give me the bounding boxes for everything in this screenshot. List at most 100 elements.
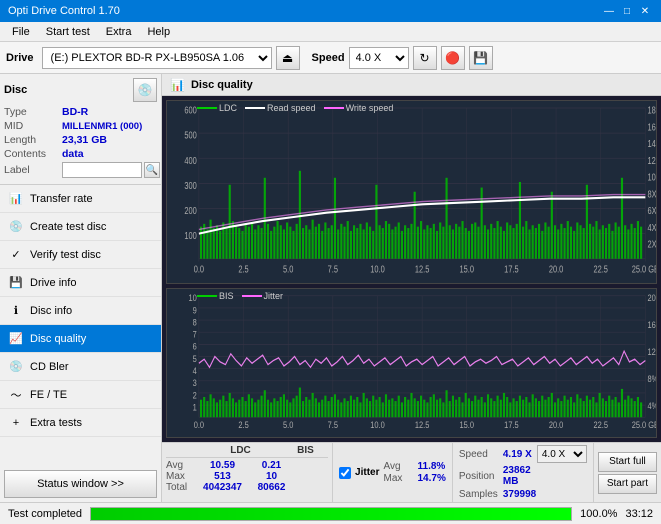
jitter-header: Jitter xyxy=(355,467,379,478)
svg-text:9: 9 xyxy=(193,304,197,315)
svg-text:16X: 16X xyxy=(647,121,656,132)
svg-text:500: 500 xyxy=(184,130,197,141)
jitter-max-row: Max 14.7% xyxy=(384,473,446,484)
verify-disc-icon: ✓ xyxy=(8,247,24,263)
label-button[interactable]: 🔍 xyxy=(144,162,160,178)
speed-row-select[interactable]: 4.0 X xyxy=(537,445,587,463)
bis-total: 80662 xyxy=(249,482,294,493)
status-window-button[interactable]: Status window >> xyxy=(4,470,157,498)
nav-verify-test-disc[interactable]: ✓ Verify test disc xyxy=(0,241,161,269)
label-input-row: 🔍 xyxy=(62,162,160,178)
bis-col-header: BIS xyxy=(283,445,328,456)
svg-text:2: 2 xyxy=(193,389,197,400)
nav-cd-bler[interactable]: 💿 CD Bler xyxy=(0,353,161,381)
disc-info-icon: ℹ xyxy=(8,303,24,319)
create-disc-icon: 💿 xyxy=(8,219,24,235)
nav-disc-info-label: Disc info xyxy=(30,305,72,317)
minimize-button[interactable]: — xyxy=(601,3,617,19)
total-row: Total 4042347 80662 xyxy=(166,482,328,493)
menu-starttest[interactable]: Start test xyxy=(38,24,98,40)
nav-extra-tests-label: Extra tests xyxy=(30,417,82,429)
legend-jitter-label: Jitter xyxy=(264,291,284,301)
nav-create-test-disc-label: Create test disc xyxy=(30,221,106,233)
legend-jitter: Jitter xyxy=(242,291,284,301)
nav-fe-te[interactable]: 〜 FE / TE xyxy=(0,381,161,409)
action-buttons: Start full Start part xyxy=(594,443,661,502)
avg-label: Avg xyxy=(166,460,196,471)
disc-length-label: Length xyxy=(4,134,62,146)
avg-row: Avg 10.59 0.21 xyxy=(166,460,328,471)
disc-length-row: Length 23,31 GB xyxy=(4,134,157,146)
toolbar-btn3[interactable]: 💾 xyxy=(469,46,493,70)
chart1-legend: LDC Read speed Write speed xyxy=(197,103,393,113)
svg-text:4X: 4X xyxy=(647,222,656,233)
disc-mid-row: MID MILLENMR1 (000) xyxy=(4,120,157,132)
samples-value: 379998 xyxy=(503,489,533,500)
nav-extra-tests[interactable]: + Extra tests xyxy=(0,409,161,437)
main-area: Disc 💿 Type BD-R MID MILLENMR1 (000) Len… xyxy=(0,74,661,502)
bis-avg: 0.21 xyxy=(249,460,294,471)
menu-file[interactable]: File xyxy=(4,24,38,40)
drive-select[interactable]: (E:) PLEXTOR BD-R PX-LB950SA 1.06 xyxy=(42,47,272,69)
disc-type-row: Type BD-R xyxy=(4,106,157,118)
nav-verify-test-disc-label: Verify test disc xyxy=(30,249,101,261)
disc-type-label: Type xyxy=(4,106,62,118)
charts-area: LDC Read speed Write speed xyxy=(162,96,661,442)
jitter-checkbox[interactable] xyxy=(339,467,351,479)
svg-text:10.0: 10.0 xyxy=(370,419,385,430)
sidebar-nav: 📊 Transfer rate 💿 Create test disc ✓ Ver… xyxy=(0,185,161,466)
nav-disc-quality[interactable]: 📈 Disc quality xyxy=(0,325,161,353)
nav-disc-info[interactable]: ℹ Disc info xyxy=(0,297,161,325)
titlebar-controls: — □ ✕ xyxy=(601,3,653,19)
speed-row-label: Speed xyxy=(459,449,499,460)
menu-help[interactable]: Help xyxy=(139,24,178,40)
svg-text:16%: 16% xyxy=(647,319,656,330)
menu-extra[interactable]: Extra xyxy=(98,24,140,40)
nav-disc-quality-label: Disc quality xyxy=(30,333,86,345)
disc-icon-button[interactable]: 💿 xyxy=(133,78,157,102)
start-part-button[interactable]: Start part xyxy=(598,474,657,494)
toolbar: Drive (E:) PLEXTOR BD-R PX-LB950SA 1.06 … xyxy=(0,42,661,74)
legend-bis-label: BIS xyxy=(219,291,234,301)
ldc-bis-stats: LDC BIS Avg 10.59 0.21 Max 513 10 Total … xyxy=(162,443,333,502)
progress-bar xyxy=(91,508,571,520)
start-full-button[interactable]: Start full xyxy=(598,452,657,472)
svg-text:1: 1 xyxy=(193,401,197,412)
speed-label: Speed xyxy=(312,52,345,64)
nav-transfer-rate[interactable]: 📊 Transfer rate xyxy=(0,185,161,213)
svg-text:10: 10 xyxy=(188,292,197,303)
content-area: 📊 Disc quality LDC Read speed xyxy=(162,74,661,502)
close-button[interactable]: ✕ xyxy=(637,3,653,19)
disc-quality-icon: 📈 xyxy=(8,331,24,347)
transfer-rate-icon: 📊 xyxy=(8,191,24,207)
toolbar-btn2[interactable]: 🔴 xyxy=(441,46,465,70)
nav-drive-info[interactable]: 💾 Drive info xyxy=(0,269,161,297)
disc-mid-value: MILLENMR1 (000) xyxy=(62,121,142,132)
disc-type-value: BD-R xyxy=(62,106,88,118)
ldc-total: 4042347 xyxy=(200,482,245,493)
svg-text:12%: 12% xyxy=(647,346,656,357)
maximize-button[interactable]: □ xyxy=(619,3,635,19)
toolbar-btn1[interactable]: ↻ xyxy=(413,46,437,70)
svg-text:400: 400 xyxy=(184,155,197,166)
svg-text:6X: 6X xyxy=(647,205,656,216)
legend-ldc-label: LDC xyxy=(219,103,237,113)
legend-read-speed-label: Read speed xyxy=(267,103,316,113)
samples-row: Samples 379998 xyxy=(459,489,587,500)
svg-text:7.5: 7.5 xyxy=(328,419,339,430)
nav-create-test-disc[interactable]: 💿 Create test disc xyxy=(0,213,161,241)
titlebar: Opti Drive Control 1.70 — □ ✕ xyxy=(0,0,661,22)
svg-text:20.0: 20.0 xyxy=(549,419,564,430)
speed-select[interactable]: 4.0 X xyxy=(349,47,409,69)
position-label: Position xyxy=(459,471,499,482)
chart2-svg: 10 9 8 7 6 5 4 3 2 1 20% 16% 12% 8% 4% xyxy=(167,289,656,438)
speed-row: Speed 4.19 X 4.0 X xyxy=(459,445,587,463)
svg-text:8: 8 xyxy=(193,316,197,327)
statusbar: Test completed 100.0% 33:12 xyxy=(0,502,661,524)
svg-text:17.5: 17.5 xyxy=(504,264,519,275)
disc-contents-row: Contents data xyxy=(4,148,157,160)
content-header: 📊 Disc quality xyxy=(162,74,661,96)
eject-button[interactable]: ⏏ xyxy=(276,46,300,70)
svg-text:14X: 14X xyxy=(647,138,656,149)
label-input[interactable] xyxy=(62,162,142,178)
